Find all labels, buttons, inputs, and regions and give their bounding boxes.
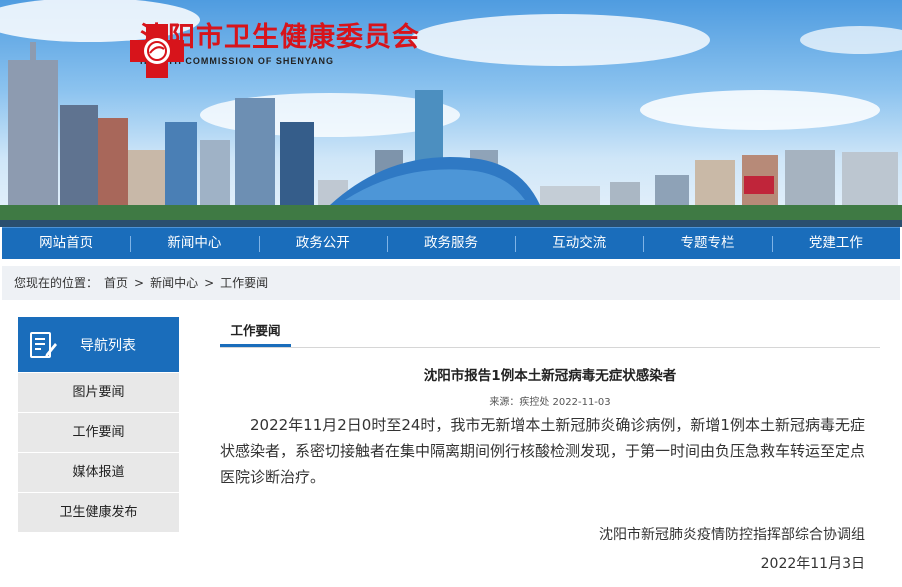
breadcrumb-home[interactable]: 首页 [104, 266, 128, 300]
article-title: 沈阳市报告1例本土新冠病毒无症状感染者 [423, 368, 677, 384]
sidebar-item-health-releases[interactable]: 卫生健康发布 [18, 492, 179, 532]
nav-item-government-services[interactable]: 政务服务 [386, 228, 515, 259]
breadcrumb-news[interactable]: 新闻中心 [150, 266, 198, 300]
nav-item-interaction[interactable]: 互动交流 [515, 228, 643, 259]
article-body: 2022年11月2日0时至24时，我市无新增本土新冠肺炎确诊病例，新增1例本土新… [220, 416, 866, 486]
section-tab-row: 工作要闻 [220, 317, 880, 348]
nav-item-party-building[interactable]: 党建工作 [771, 228, 900, 259]
sidebar: 导航列表 图片要闻 工作要闻 媒体报道 卫生健康发布 [18, 317, 179, 532]
breadcrumb: 您现在的位置： 首页 > 新闻中心 > 工作要闻 [2, 266, 900, 300]
site-logo[interactable]: 沈阳市卫生健康委员会 HEALTH COMMISSION OF SHENYANG [128, 22, 420, 78]
breadcrumb-work-news[interactable]: 工作要闻 [220, 266, 268, 300]
article-meta: 来源：疾控处 2022-11-03 [489, 397, 611, 408]
main-nav: 网站首页 新闻中心 政务公开 政务服务 互动交流 专题专栏 党建工作 [2, 227, 900, 259]
main-content: 工作要闻 沈阳市报告1例本土新冠病毒无症状感染者 来源：疾控处 2022-11-… [220, 317, 880, 573]
tab-work-news[interactable]: 工作要闻 [220, 317, 291, 347]
breadcrumb-prefix: 您现在的位置： [14, 276, 99, 290]
breadcrumb-separator: > [204, 276, 215, 290]
nav-item-news[interactable]: 新闻中心 [130, 228, 258, 259]
nav-item-government-affairs[interactable]: 政务公开 [258, 228, 387, 259]
breadcrumb-separator: > [134, 276, 145, 290]
nav-item-home[interactable]: 网站首页 [2, 228, 130, 259]
sidebar-item-photo-news[interactable]: 图片要闻 [18, 372, 179, 412]
article-signature-date: 2022年11月3日 [760, 556, 865, 572]
health-cross-logo-icon [130, 24, 184, 78]
sidebar-header: 导航列表 [18, 317, 179, 372]
sidebar-item-work-news[interactable]: 工作要闻 [18, 412, 179, 452]
sidebar-title: 导航列表 [80, 337, 136, 354]
sidebar-item-media-reports[interactable]: 媒体报道 [18, 452, 179, 492]
document-edit-icon [30, 331, 57, 358]
nav-item-topics[interactable]: 专题专栏 [643, 228, 771, 259]
header-banner: 沈阳市卫生健康委员会 HEALTH COMMISSION OF SHENYANG [0, 0, 902, 227]
article-signature-org: 沈阳市新冠肺炎疫情防控指挥部综合协调组 [599, 527, 865, 543]
